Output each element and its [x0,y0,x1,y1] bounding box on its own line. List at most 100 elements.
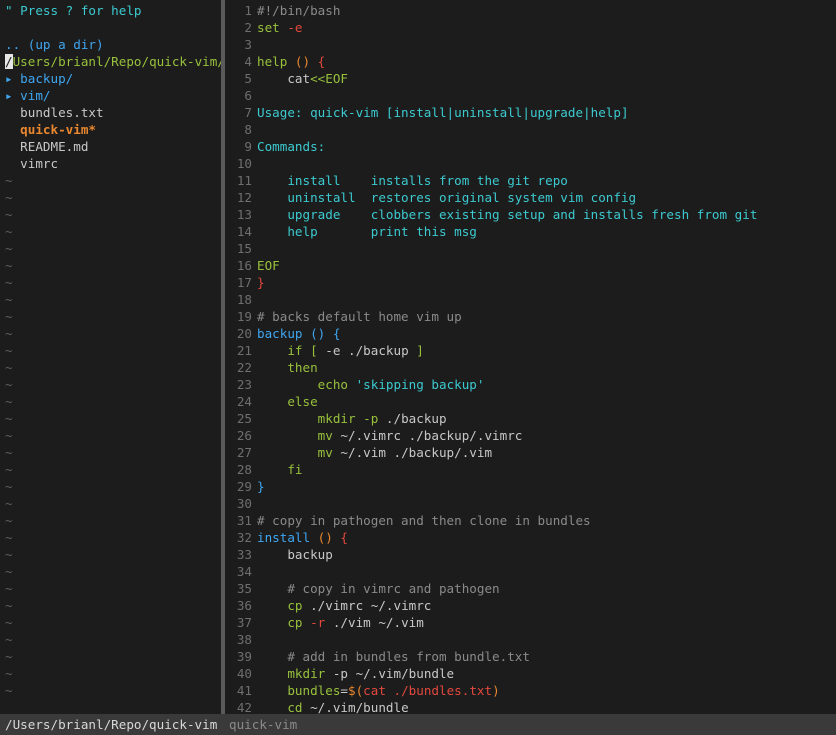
code-line[interactable]: 4 help () { [225,53,836,70]
code-line[interactable]: 3 [225,36,836,53]
code-line[interactable]: 42 cd ~/.vim/bundle [225,699,836,714]
code-text: install () { [257,529,836,546]
empty-line-tilde: ~ [5,581,13,596]
empty-line-tilde: ~ [5,598,13,613]
nerdtree-dir-item[interactable]: ▸ vim/ [0,87,221,104]
code-line[interactable]: 16 EOF [225,257,836,274]
code-line[interactable]: 40 mkdir -p ~/.vim/bundle [225,665,836,682]
code-text: cat<<EOF [257,70,836,87]
code-token: install [257,530,318,545]
nerdtree-file-item[interactable]: bundles.txt [0,104,221,121]
code-line[interactable]: 24 else [225,393,836,410]
code-text: # copy in vimrc and pathogen [257,580,836,597]
code-text: cp ./vimrc ~/.vimrc [257,597,836,614]
status-right-filename: quick-vim [229,717,298,732]
code-line[interactable]: 10 [225,155,836,172]
code-token: Commands: [257,139,326,154]
cursor: / [5,54,13,69]
code-text: Usage: quick-vim [install|uninstall|upgr… [257,104,836,121]
nerdtree-up-dir[interactable]: .. (up a dir) [0,36,221,53]
code-text: set -e [257,19,836,36]
code-text: EOF [257,257,836,274]
code-line[interactable]: 26 mv ~/.vimrc ./backup/.vimrc [225,427,836,444]
code-line[interactable]: 15 [225,240,836,257]
code-line[interactable]: 1 #!/bin/bash [225,2,836,19]
code-line[interactable]: 18 [225,291,836,308]
tree-item-label: quick-vim* [20,122,96,137]
code-line[interactable]: 38 [225,631,836,648]
code-token: { [310,54,326,69]
nerdtree-file-item[interactable]: README.md [0,138,221,155]
nerdtree-entries: ▸ backup/▸ vim/ bundles.txt quick-vim* R… [0,70,221,172]
code-line[interactable]: 32 install () { [225,529,836,546]
code-line[interactable]: 5 cat<<EOF [225,70,836,87]
code-token: install installs from the git repo [257,173,568,188]
code-line[interactable]: 14 help print this msg [225,223,836,240]
code-token: cp [257,615,311,630]
code-line[interactable]: 33 backup [225,546,836,563]
code-line[interactable]: 25 mkdir -p ./backup [225,410,836,427]
empty-line-tilde: ~ [5,173,13,188]
code-token: mv [257,445,341,460]
nerdtree-current-path[interactable]: /Users/brianl/Repo/quick-vim/ [0,53,221,70]
empty-line-tilde: ~ [5,479,13,494]
code-line[interactable]: 37 cp -r ./vim ~/.vim [225,614,836,631]
code-line[interactable]: 7 Usage: quick-vim [install|uninstall|upg… [225,104,836,121]
code-token: #!/bin/bash [257,3,341,18]
code-line[interactable]: 13 upgrade clobbers existing setup and i… [225,206,836,223]
code-line[interactable]: 29} [225,478,836,495]
code-token: # add in bundles from bundle.txt [257,649,530,664]
line-number: 20 [236,326,252,341]
code-line[interactable]: 21 if [ -e ./backup ] [225,342,836,359]
code-token: () [317,530,333,545]
code-line[interactable]: 28 fi [225,461,836,478]
code-line[interactable]: 31 # copy in pathogen and then clone in b… [225,512,836,529]
code-token: echo [257,377,356,392]
code-line[interactable]: 27 mv ~/.vim ./backup/.vim [225,444,836,461]
nerdtree-help-hint: " Press ? for help [5,3,142,18]
nerdtree-file-item[interactable]: quick-vim* [0,121,221,138]
code-token: bundles [257,683,341,698]
code-line[interactable]: 39 # add in bundles from bundle.txt [225,648,836,665]
line-number: 34 [236,564,252,579]
code-token: upgrade clobbers existing setup and inst… [257,207,758,222]
empty-line-tilde: ~ [5,530,13,545]
code-text: install installs from the git repo [257,172,836,189]
code-line[interactable]: 19 # backs default home vim up [225,308,836,325]
code-line[interactable]: 30 [225,495,836,512]
code-line[interactable]: 11 install installs from the git repo [225,172,836,189]
code-line[interactable]: 8 [225,121,836,138]
code-line[interactable]: 2 set -e [225,19,836,36]
code-line[interactable]: 22 then [225,359,836,376]
code-line[interactable]: 20 backup () { [225,325,836,342]
code-line[interactable]: 35 # copy in vimrc and pathogen [225,580,836,597]
empty-line-tilde: ~ [5,343,13,358]
code-line[interactable]: 41 bundles=$(cat ./bundles.txt) [225,682,836,699]
nerdtree-pane[interactable]: " Press ? for help .. (up a dir) /Users/… [0,0,221,714]
code-token: ) [492,683,500,698]
nerdtree-file-item[interactable]: vimrc [0,155,221,172]
code-text: mv ~/.vimrc ./backup/.vimrc [257,427,836,444]
code-line[interactable]: 34 [225,563,836,580]
code-token: <<EOF [310,71,348,86]
code-line[interactable]: 23 echo 'skipping backup' [225,376,836,393]
code-token: if [257,343,303,358]
code-token: mv [257,428,341,443]
line-number: 4 [244,54,252,69]
nerdtree-dir-item[interactable]: ▸ backup/ [0,70,221,87]
line-number: 42 [236,700,252,714]
code-text: then [257,359,836,376]
code-line[interactable]: 9 Commands: [225,138,836,155]
status-left-path: /Users/brianl/Repo/quick-vim [5,717,218,732]
code-line[interactable]: 36 cp ./vimrc ~/.vimrc [225,597,836,614]
code-line[interactable]: 6 [225,87,836,104]
line-number: 17 [236,275,252,290]
code-line[interactable]: 12 uninstall restores original system vi… [225,189,836,206]
code-token: else [257,394,318,409]
code-line[interactable]: 17} [225,274,836,291]
editor-pane[interactable]: 1 #!/bin/bash 2 set -e 3 4 help () {5 cat<<EOF… [225,0,836,714]
code-token: -e [287,20,303,35]
